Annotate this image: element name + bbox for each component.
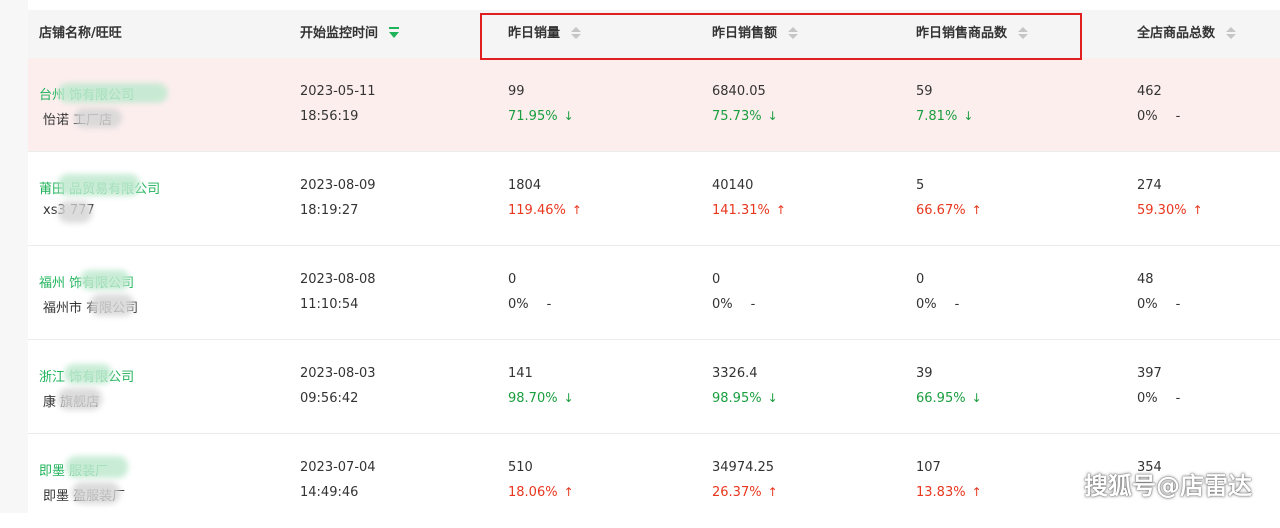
total-change: 0% - <box>1137 297 1181 312</box>
sort-desc-active-icon[interactable] <box>388 26 399 40</box>
col-header-yesterday-revenue[interactable]: 昨日销售额 <box>712 10 798 58</box>
col-header-shop: 店铺名称/旺旺 <box>39 26 122 41</box>
table-row: 浙江 饰有限公司 康 旗舰店 2023-08-03 09:56:42 141 9… <box>28 340 1280 434</box>
arrow-up-icon: ↑ <box>563 485 574 499</box>
monitor-date: 2023-08-08 <box>300 272 376 287</box>
sales-value: 1804 <box>508 178 542 193</box>
wangwang-name: 福州市 有限公司 <box>43 301 139 316</box>
revenue-change: 26.37% ↑ <box>712 485 778 500</box>
total-change: 0% - <box>1137 109 1181 124</box>
total-value: 274 <box>1137 178 1162 193</box>
col-header-yesterday-items[interactable]: 昨日销售商品数 <box>916 10 1028 58</box>
total-value: 397 <box>1137 366 1162 381</box>
items-change: 66.95% ↓ <box>916 391 982 406</box>
arrow-down-icon: ↓ <box>963 109 974 123</box>
total-value: 48 <box>1137 272 1154 287</box>
items-value: 39 <box>916 366 933 381</box>
shop-name-link[interactable]: 浙江 饰有限公司 <box>39 366 134 385</box>
left-gutter <box>0 0 28 513</box>
wangwang-name: 怡诺 工厂店 <box>43 113 113 128</box>
shop-monitor-table: 店铺名称/旺旺 开始监控时间 昨日销量 昨日销售额 昨日销售商品数 全店商品总数… <box>28 0 1280 513</box>
wangwang-name: 即墨 盈服装厂 <box>43 489 126 504</box>
revenue-value: 34974.25 <box>712 460 775 475</box>
arrow-up-icon: ↑ <box>971 485 982 499</box>
total-value: 462 <box>1137 84 1162 99</box>
revenue-value: 6840.05 <box>712 84 766 99</box>
table-header: 店铺名称/旺旺 开始监控时间 昨日销量 昨日销售额 昨日销售商品数 全店商品总数 <box>28 10 1280 58</box>
table-row: 台州 饰有限公司 怡诺 工厂店 2023-05-11 18:56:19 99 7… <box>28 58 1280 152</box>
monitor-date: 2023-08-09 <box>300 178 376 193</box>
flat-dash-icon: - <box>1175 109 1181 124</box>
flat-dash-icon: - <box>954 297 960 312</box>
arrow-down-icon: ↓ <box>563 391 574 405</box>
monitor-date: 2023-08-03 <box>300 366 376 381</box>
arrow-up-icon: ↑ <box>775 203 786 217</box>
monitor-time: 14:49:46 <box>300 485 359 500</box>
sales-change: 0% - <box>508 297 552 312</box>
sales-value: 141 <box>508 366 533 381</box>
sort-icon[interactable] <box>787 26 798 40</box>
revenue-change: 0% - <box>712 297 756 312</box>
items-change: 0% - <box>916 297 960 312</box>
items-value: 0 <box>916 272 925 287</box>
sales-change: 98.70% ↓ <box>508 391 574 406</box>
arrow-up-icon: ↑ <box>571 203 582 217</box>
arrow-up-icon: ↑ <box>1192 203 1203 217</box>
flat-dash-icon: - <box>546 297 552 312</box>
items-value: 107 <box>916 460 941 475</box>
total-change: 59.30% ↑ <box>1137 203 1203 218</box>
arrow-up-icon: ↑ <box>971 203 982 217</box>
monitor-time: 18:19:27 <box>300 203 359 218</box>
monitor-time: 18:56:19 <box>300 109 359 124</box>
revenue-value: 0 <box>712 272 721 287</box>
revenue-change: 75.73% ↓ <box>712 109 778 124</box>
items-change: 66.67% ↑ <box>916 203 982 218</box>
monitor-time: 11:10:54 <box>300 297 359 312</box>
flat-dash-icon: - <box>1175 297 1181 312</box>
shop-name-link[interactable]: 莆田 品贸易有限公司 <box>39 178 160 197</box>
monitor-date: 2023-07-04 <box>300 460 376 475</box>
sales-change: 119.46% ↑ <box>508 203 582 218</box>
sales-value: 510 <box>508 460 533 475</box>
sort-icon[interactable] <box>1017 26 1028 40</box>
flat-dash-icon: - <box>1175 391 1181 406</box>
shop-name-link[interactable]: 台州 饰有限公司 <box>39 84 134 103</box>
items-change: 7.81% ↓ <box>916 109 974 124</box>
revenue-change: 141.31% ↑ <box>712 203 786 218</box>
monitor-time: 09:56:42 <box>300 391 359 406</box>
sort-icon[interactable] <box>570 26 581 40</box>
table-row: 福州 饰有限公司 福州市 有限公司 2023-08-08 11:10:54 0 … <box>28 246 1280 340</box>
total-change: 0% - <box>1137 391 1181 406</box>
items-value: 59 <box>916 84 933 99</box>
watermark: 搜狐号@店雷达 <box>1084 472 1252 500</box>
flat-dash-icon: - <box>750 297 756 312</box>
sort-icon[interactable] <box>1225 26 1236 40</box>
table-row: 莆田 品贸易有限公司 xs3 777 2023-08-09 18:19:27 1… <box>28 152 1280 246</box>
revenue-value: 3326.4 <box>712 366 758 381</box>
wangwang-name: 康 旗舰店 <box>43 395 100 410</box>
arrow-up-icon: ↑ <box>767 485 778 499</box>
col-header-start-time[interactable]: 开始监控时间 <box>300 10 399 58</box>
arrow-down-icon: ↓ <box>767 109 778 123</box>
revenue-value: 40140 <box>712 178 754 193</box>
sales-value: 99 <box>508 84 525 99</box>
arrow-down-icon: ↓ <box>971 391 982 405</box>
col-header-total-items[interactable]: 全店商品总数 <box>1137 10 1236 58</box>
col-header-yesterday-sales[interactable]: 昨日销量 <box>508 10 581 58</box>
sales-value: 0 <box>508 272 517 287</box>
arrow-down-icon: ↓ <box>767 391 778 405</box>
monitor-date: 2023-05-11 <box>300 84 376 99</box>
shop-name-link[interactable]: 即墨 服装厂 <box>39 460 108 479</box>
shop-name-link[interactable]: 福州 饰有限公司 <box>39 272 134 291</box>
sales-change: 18.06% ↑ <box>508 485 574 500</box>
arrow-down-icon: ↓ <box>563 109 574 123</box>
items-value: 5 <box>916 178 925 193</box>
sales-change: 71.95% ↓ <box>508 109 574 124</box>
wangwang-name: xs3 777 <box>43 203 95 218</box>
items-change: 13.83% ↑ <box>916 485 982 500</box>
revenue-change: 98.95% ↓ <box>712 391 778 406</box>
